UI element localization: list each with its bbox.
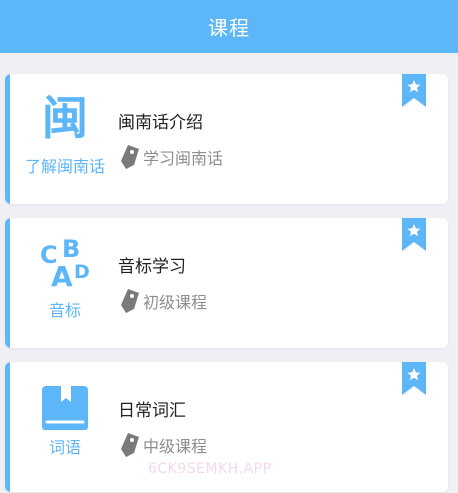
card-accent-bar [5,74,10,204]
tag-icon [121,145,139,169]
course-card-phonetics[interactable]: C A B D 音标 音标学习 初级课程 [5,218,448,348]
letter-d: D [74,261,90,283]
course-icon-label: 音标 [48,301,81,320]
course-title: 闽南话介绍 [118,113,203,133]
course-tag: 学习闽南话 [120,144,223,170]
course-title: 日常词汇 [118,401,186,421]
tag-icon [121,289,139,313]
course-tag-label: 初级课程 [143,293,208,312]
book-icon [42,386,88,430]
tag-icon [121,433,139,457]
app-header: 课程 [0,0,458,53]
course-card-minnan-intro[interactable]: 闽 了解闽南话 闽南话介绍 学习闽南话 [5,74,448,204]
watermark-text: 6CK9SEMKH.APP [148,461,272,477]
course-tag-label: 中级课程 [143,437,208,456]
course-tag-label: 学习闽南话 [143,149,224,168]
letter-b: B [62,236,80,263]
course-icon-area: 闽 了解闽南话 [13,74,117,204]
course-title: 音标学习 [118,257,186,277]
svg-text:闽: 闽 [42,91,88,140]
star-bookmark-icon[interactable] [402,218,426,251]
course-tag: 初级课程 [120,288,207,314]
course-icon-label: 词语 [48,438,81,457]
course-tag: 中级课程 [120,432,207,458]
star-bookmark-icon[interactable] [402,74,426,107]
course-icon-area: C A B D 音标 [13,218,117,348]
course-icon-label: 了解闽南话 [24,157,105,176]
letter-a: A [51,260,73,288]
page-title: 课程 [208,16,250,40]
star-bookmark-icon[interactable] [402,362,426,395]
card-accent-bar [5,362,10,492]
min-character-icon: 闽 [42,91,88,140]
course-icon-area: 词语 [13,362,117,492]
abcd-letters-icon: C A B D [40,236,90,288]
card-accent-bar [5,218,10,348]
